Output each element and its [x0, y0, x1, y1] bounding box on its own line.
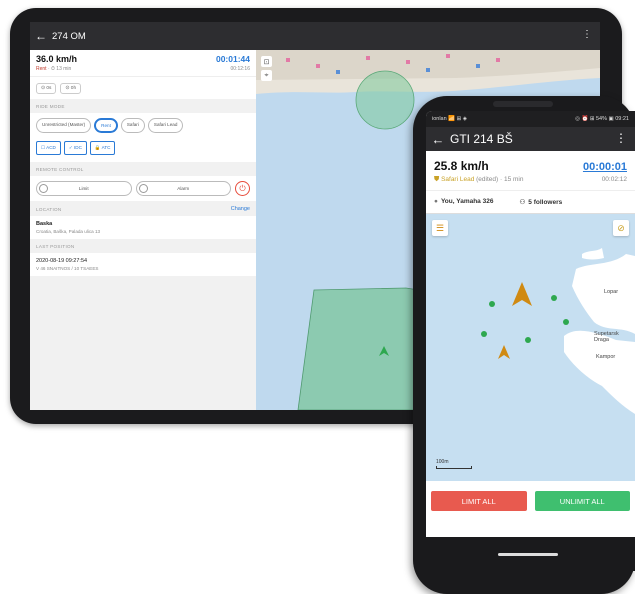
alarm-toggle[interactable]: Alarm [135, 181, 231, 196]
map-label-supetarska: Supetarsk Draga [594, 331, 619, 343]
more-vert-icon[interactable]: ⋮ [582, 29, 592, 40]
visibility-off-icon[interactable]: ⊘ [613, 220, 629, 236]
power-icon[interactable]: ⏻ [235, 181, 250, 196]
map-zoom-icon[interactable]: ⊡ [261, 56, 272, 67]
mode-name: Safari Lead [441, 176, 475, 183]
group-info: ● You, Yamaha 326 ⚇ 5 followers [426, 190, 635, 213]
tablet-detail-panel: 36.0 km/h 00:01:44 Rent · ⏱ 13 min 00:12… [30, 50, 256, 410]
acd-button[interactable]: ☐ ACD [36, 141, 61, 155]
home-indicator[interactable] [498, 553, 558, 556]
islet [582, 248, 604, 260]
location-name: Baska [36, 221, 53, 227]
location-change-link[interactable]: Change [231, 206, 250, 212]
followers-label: 5 followers [528, 199, 563, 206]
last-position-block: 2020-08-19 09:27:54 V 46 SNAITNOS / 10 T… [30, 253, 256, 276]
phone-speaker [493, 101, 553, 107]
phone-info-block: 25.8 km/h 00:00:01 ⛊ Safari Lead (edited… [426, 151, 635, 190]
section-label: LOCATION [36, 206, 62, 212]
more-vert-icon[interactable]: ⋮ [615, 131, 627, 145]
section-last-position: LAST POSITION [30, 239, 256, 253]
group-icon: ⚇ [519, 199, 526, 206]
tablet-vehicle-title: 274 OM [52, 30, 86, 42]
unlimit-all-button[interactable]: UNLIMIT ALL [534, 491, 630, 511]
section-remote-control: REMOTE CONTROL [30, 162, 256, 176]
limit-label: Limit [78, 186, 89, 191]
timer-value[interactable]: 00:01:44 [216, 54, 250, 64]
phone-screen: ionlan 📶 ⊞ ◈ ◎ ⏰ ⊞ 54% ▣ 09:21 ← GTI 214… [426, 111, 635, 571]
atc-button[interactable]: 🔒 ATC [89, 141, 116, 155]
mode-line: ⛊ Safari Lead (edited) · 15 min [434, 176, 523, 184]
ride-mode-safari[interactable]: Safari [120, 118, 145, 133]
mode-time: · 15 min [499, 176, 524, 183]
status-left: ionlan 📶 ⊞ ◈ [432, 116, 467, 122]
section-label: RIDE MODE [36, 104, 65, 109]
shield-icon: ⛊ [434, 176, 440, 183]
map-label-lopar: Lopar [604, 289, 619, 295]
last-position-info: V 46 SNAITNOS / 10 TSAEES [36, 266, 99, 271]
section-label: LAST POSITION [36, 244, 75, 249]
section-label: REMOTE CONTROL [36, 167, 84, 172]
mode-note: (edited) [476, 176, 499, 183]
toggle-knob [138, 184, 148, 193]
boat-marker [498, 345, 510, 359]
section-location: LOCATION Change [30, 201, 256, 216]
toggle-knob [39, 184, 48, 193]
owner-info: ● You, Yamaha 326 [434, 198, 493, 206]
phone-app-bar: ← GTI 214 BŠ ⋮ [426, 127, 635, 151]
location-pin-icon: ● [434, 198, 438, 205]
list-icon[interactable]: ☰ [432, 220, 448, 236]
timer-link[interactable]: 00:00:01 [583, 161, 627, 173]
owner-label: You, Yamaha 326 [440, 198, 494, 205]
followers-info[interactable]: ⚇ 5 followers [519, 198, 562, 206]
stat-chip: ⊙ 0s [36, 83, 57, 94]
rent-status: Rent [36, 66, 47, 72]
last-position-time: 2020-08-19 09:27:54 [36, 258, 88, 264]
island-south [564, 330, 635, 414]
phone-actions: LIMIT ALL UNLIMIT ALL [426, 481, 635, 517]
assist-buttons: ☐ ACD ✓ IDC 🔒 ATC [30, 138, 256, 162]
ride-mode-rent[interactable]: Rent [94, 118, 118, 133]
lead-boat-marker [512, 282, 532, 306]
status-line: Rent · ⏱ 13 min [36, 66, 71, 72]
location-block: Baska Croatia, Baška, Palada ulica 13 [30, 216, 256, 239]
idc-button[interactable]: ✓ IDC [63, 141, 87, 155]
map-scale: 100m [436, 459, 472, 469]
map-label-kampor: Kampor [596, 354, 616, 360]
map-locate-icon[interactable]: ⌖ [261, 70, 272, 81]
limit-all-button[interactable]: LIMIT ALL [431, 491, 527, 511]
back-arrow-icon[interactable]: ← [426, 132, 450, 147]
section-ride-mode: RIDE MODE [30, 99, 256, 113]
back-arrow-icon[interactable]: ← [30, 29, 52, 43]
ride-mode-unrestricted[interactable]: Unrestricted (Master) [36, 118, 92, 133]
speed-value: 36.0 km/h [36, 54, 78, 64]
phone-device: ionlan 📶 ⊞ ◈ ◎ ⏰ ⊞ 54% ▣ 09:21 ← GTI 214… [413, 96, 635, 594]
geofence-circle [355, 70, 415, 130]
remote-controls: Limit Alarm ⏻ [30, 176, 256, 201]
ride-mode-safari-lead[interactable]: Safari Lead [147, 118, 184, 133]
location-address: Croatia, Baška, Palada ulica 13 [36, 229, 101, 234]
limit-toggle[interactable]: Limit [36, 181, 132, 196]
stat-chip: ⊙ 0h [60, 83, 82, 94]
phone-nav-bar [426, 537, 635, 571]
tablet-app-bar: ← 274 OM ⋮ [30, 22, 600, 50]
phone-vehicle-title: GTI 214 BŠ [450, 132, 513, 146]
stat-chips: ⊙ 0s ⊙ 0h [30, 76, 256, 99]
elapsed-time: 00:12:16 [230, 66, 250, 72]
phone-map[interactable]: ☰ ⊘ Lopar Supetarsk Draga Kampor 100m [426, 213, 635, 481]
ride-mode-selector: Unrestricted (Master) Rent Safari Safari… [30, 113, 256, 138]
follower-markers [481, 295, 569, 343]
scale-label: 100m [436, 459, 449, 465]
status-right: ◎ ⏰ ⊞ 54% ▣ 09:21 [575, 116, 629, 122]
status-time: · ⏱ 13 min [47, 66, 72, 72]
speed-block: 36.0 km/h 00:01:44 Rent · ⏱ 13 min 00:12… [30, 50, 256, 76]
elapsed-time: 00:02:12 [601, 176, 627, 183]
phone-status-bar: ionlan 📶 ⊞ ◈ ◎ ⏰ ⊞ 54% ▣ 09:21 [426, 111, 635, 127]
alarm-label: Alarm [177, 186, 190, 191]
phone-map-graphic [481, 248, 635, 414]
scale-bar [436, 466, 472, 469]
speed-value: 25.8 km/h [434, 159, 489, 173]
